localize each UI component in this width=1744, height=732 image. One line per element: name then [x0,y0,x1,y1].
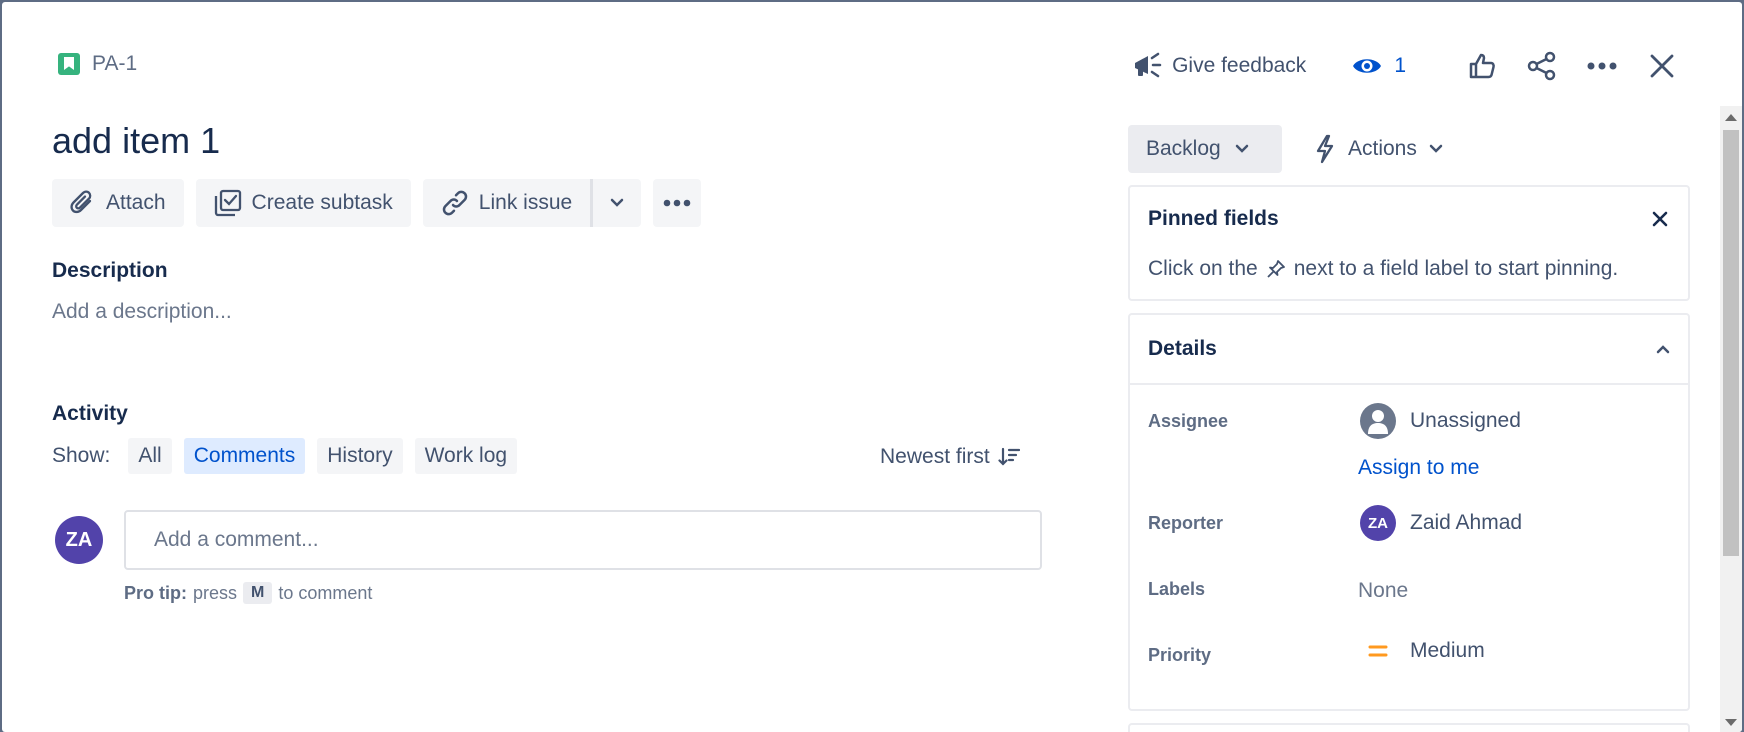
status-dropdown[interactable]: Backlog [1128,125,1282,173]
give-feedback-label: Give feedback [1172,54,1307,77]
next-panel [1128,723,1690,732]
toolbar-more-button[interactable] [653,179,702,227]
priority-value: Medium [1410,639,1485,662]
more-icon [663,199,691,207]
pro-tip: Pro tip: press M to comment [124,582,372,604]
activity-heading: Activity [52,402,128,425]
pinned-close-button[interactable] [1644,203,1676,235]
attach-label: Attach [106,191,166,214]
comment-input[interactable]: Add a comment... [124,510,1042,570]
protip-suffix: to comment [278,582,373,603]
labels-label: Labels [1148,579,1206,599]
details-title: Details [1148,337,1217,360]
issue-key-breadcrumb: PA-1 [58,52,137,76]
pin-icon [1267,260,1285,278]
actions-label: Actions [1348,137,1417,160]
subtask-icon [214,189,241,217]
priority-field[interactable]: Medium [1360,639,1485,663]
create-subtask-button[interactable]: Create subtask [195,179,411,227]
sort-label: Newest first [880,445,990,468]
watch-button[interactable]: 1 [1352,54,1406,78]
actions-dropdown[interactable]: Actions [1314,125,1443,173]
header-actions: Give feedback 1 [1132,46,1682,86]
scrollbar[interactable] [1720,106,1742,732]
assignee-value: Unassigned [1410,409,1521,432]
show-label: Show: [52,444,111,467]
reporter-avatar: ZA [1360,505,1396,541]
activity-filter-bar: Show: All Comments History Work log [52,438,518,474]
user-avatar: ZA [55,516,103,564]
filter-work-log[interactable]: Work log [414,438,518,474]
watchers-count: 1 [1394,54,1406,77]
issue-title[interactable]: add item 1 [52,120,220,162]
thumbs-up-icon [1469,53,1495,79]
priority-medium-icon [1368,645,1388,657]
chevron-up-icon [1656,345,1670,354]
reporter-label: Reporter [1148,513,1224,533]
pinned-fields-panel: Pinned fields Click on the next to a fie… [1128,185,1690,301]
description-editor[interactable]: Add a description... [52,300,232,324]
priority-label: Priority [1148,645,1212,665]
reporter-field[interactable]: ZA Zaid Ahmad [1360,505,1522,541]
filter-comments[interactable]: Comments [183,438,306,474]
close-icon [1650,54,1674,78]
issue-key-link[interactable]: PA-1 [92,52,137,76]
chevron-down-icon [1429,144,1443,153]
scroll-up-icon[interactable] [1725,114,1737,121]
eye-icon [1353,59,1382,73]
assignee-label: Assignee [1148,411,1229,431]
like-button[interactable] [1462,46,1502,86]
details-header[interactable]: Details [1130,315,1688,385]
status-label: Backlog [1146,137,1221,160]
filter-history[interactable]: History [317,438,403,474]
shortcut-key: M [243,582,273,604]
link-issue-label: Link issue [478,191,573,214]
chevron-down-icon [610,198,624,207]
protip-press: press [193,582,238,603]
scroll-thumb[interactable] [1723,130,1739,556]
chevron-down-icon [1235,144,1248,153]
protip-prefix: Pro tip: [124,582,187,603]
labels-value: None [1358,579,1409,602]
description-heading: Description [52,259,168,282]
share-icon [1527,51,1556,81]
assignee-field[interactable]: Unassigned [1360,403,1521,439]
pinned-hint-before: Click on the [1148,257,1258,280]
details-panel: Details Assignee Unassigned Assign to me… [1128,313,1690,711]
link-icon [442,190,468,216]
lightning-icon [1316,134,1334,164]
labels-field[interactable]: None [1358,579,1408,603]
unassigned-avatar-icon [1360,403,1396,439]
close-modal-button[interactable] [1642,46,1682,86]
story-icon [58,53,80,75]
megaphone-icon [1135,52,1162,78]
close-icon [1652,211,1668,227]
more-icon [1587,62,1617,70]
give-feedback-button[interactable]: Give feedback [1132,52,1306,80]
pinned-hint-after: next to a field label to start pinning. [1293,257,1619,280]
issue-toolbar: Attach Create subtask Link issue [52,179,702,227]
more-actions-button[interactable] [1582,46,1622,86]
assign-to-me-link[interactable]: Assign to me [1358,456,1479,480]
issue-modal: PA-1 Give feedback 1 add item 1 Attach C… [2,2,1742,732]
reporter-value: Zaid Ahmad [1410,511,1523,534]
link-issue-group: Link issue [422,179,642,227]
sort-order-button[interactable]: Newest first [880,445,1020,469]
pinned-fields-title: Pinned fields [1148,207,1279,230]
link-issue-dropdown[interactable] [593,179,641,227]
share-button[interactable] [1522,46,1562,86]
sort-descending-icon [998,447,1020,466]
create-subtask-label: Create subtask [251,191,393,214]
link-issue-button[interactable]: Link issue [423,179,590,227]
scroll-down-icon[interactable] [1725,719,1737,726]
filter-all[interactable]: All [128,438,172,474]
pinned-fields-hint: Click on the next to a field label to st… [1148,257,1618,281]
paperclip-icon [70,190,92,214]
attach-button[interactable]: Attach [52,179,184,227]
